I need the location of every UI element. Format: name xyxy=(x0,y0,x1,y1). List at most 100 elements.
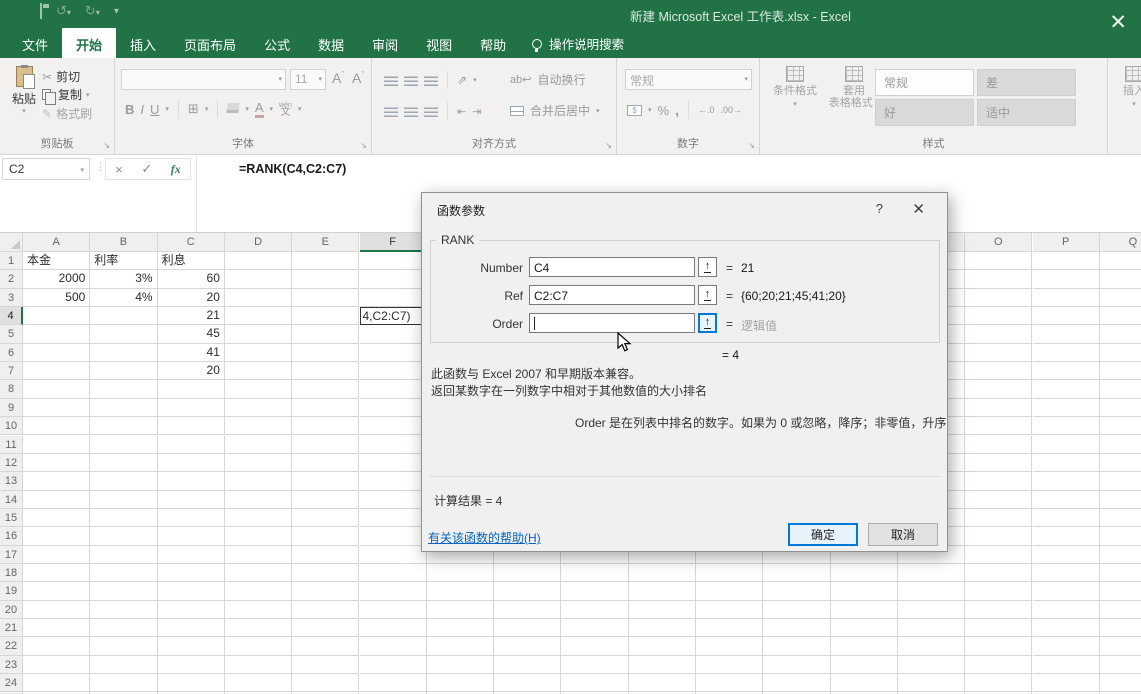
field-input-order[interactable] xyxy=(529,313,695,333)
tab-data[interactable]: 数据 xyxy=(304,28,358,58)
dialog-title-bar[interactable]: 函数参数 ? ✕ xyxy=(422,193,947,223)
save-icon[interactable] xyxy=(40,4,42,18)
cell-style-1[interactable]: 差 xyxy=(977,69,1076,96)
grid-cell-F6[interactable] xyxy=(360,344,427,362)
row-header-7[interactable]: 7 xyxy=(0,362,23,380)
grid-cell-C16[interactable] xyxy=(158,527,225,545)
dialog-launcher-icon[interactable]: ↘ xyxy=(748,141,755,150)
grid-cell-J19[interactable] xyxy=(629,582,696,600)
row-header-17[interactable]: 17 xyxy=(0,546,23,564)
grid-cell-B13[interactable] xyxy=(90,472,157,490)
grid-cell-O24[interactable] xyxy=(965,674,1032,692)
grid-cell-F4[interactable]: 4,C2:C7) xyxy=(360,307,427,325)
row-header-8[interactable]: 8 xyxy=(0,380,23,398)
collapse-dialog-icon[interactable]: ↑ xyxy=(698,285,717,305)
grid-cell-B23[interactable] xyxy=(90,656,157,674)
grid-cell-H24[interactable] xyxy=(494,674,561,692)
grid-cell-N23[interactable] xyxy=(898,656,965,674)
grid-cell-A21[interactable] xyxy=(23,619,90,637)
grid-cell-A10[interactable] xyxy=(23,417,90,435)
grid-cell-A16[interactable] xyxy=(23,527,90,545)
grid-cell-O9[interactable] xyxy=(965,399,1032,417)
grid-cell-F18[interactable] xyxy=(360,564,427,582)
grid-cell-F14[interactable] xyxy=(360,491,427,509)
grid-cell-D15[interactable] xyxy=(225,509,292,527)
merge-center-button[interactable]: 合并后居中 ▾ xyxy=(510,102,600,119)
column-header-O[interactable]: O xyxy=(965,233,1032,252)
grid-cell-C14[interactable] xyxy=(158,491,225,509)
grid-cell-Q15[interactable] xyxy=(1100,509,1141,527)
comma-style-button[interactable]: , xyxy=(675,102,679,118)
grid-cell-C13[interactable] xyxy=(158,472,225,490)
tab-formulas[interactable]: 公式 xyxy=(250,28,304,58)
grid-cell-P8[interactable] xyxy=(1033,380,1100,398)
grid-cell-L24[interactable] xyxy=(763,674,830,692)
grid-cell-P22[interactable] xyxy=(1033,637,1100,655)
grid-cell-E18[interactable] xyxy=(292,564,359,582)
grid-cell-Q1[interactable] xyxy=(1100,252,1141,270)
increase-decimal-button[interactable]: ←.0 xyxy=(698,105,715,115)
grid-cell-P6[interactable] xyxy=(1033,344,1100,362)
grid-cell-C20[interactable] xyxy=(158,601,225,619)
accounting-format-icon[interactable]: $ xyxy=(627,105,642,116)
collapse-dialog-icon[interactable]: ↑ xyxy=(698,257,717,277)
grid-cell-I19[interactable] xyxy=(561,582,628,600)
grid-cell-Q3[interactable] xyxy=(1100,289,1141,307)
grid-cell-D18[interactable] xyxy=(225,564,292,582)
dialog-launcher-icon[interactable]: ↘ xyxy=(103,141,110,150)
grid-cell-B17[interactable] xyxy=(90,546,157,564)
grid-cell-O6[interactable] xyxy=(965,344,1032,362)
grid-cell-P7[interactable] xyxy=(1033,362,1100,380)
grid-cell-F17[interactable] xyxy=(360,546,427,564)
grid-cell-F11[interactable] xyxy=(360,436,427,454)
row-header-10[interactable]: 10 xyxy=(0,417,23,435)
dialog-close-icon[interactable]: ✕ xyxy=(912,200,925,218)
dialog-launcher-icon[interactable]: ↘ xyxy=(605,141,612,150)
grid-cell-B10[interactable] xyxy=(90,417,157,435)
grid-cell-K22[interactable] xyxy=(696,637,763,655)
ok-button[interactable]: 确定 xyxy=(788,523,858,546)
grid-cell-M20[interactable] xyxy=(831,601,898,619)
grid-cell-B16[interactable] xyxy=(90,527,157,545)
grid-cell-A13[interactable] xyxy=(23,472,90,490)
grid-cell-H22[interactable] xyxy=(494,637,561,655)
decrease-indent-icon[interactable]: ⇤ xyxy=(457,105,466,118)
grid-cell-B8[interactable] xyxy=(90,380,157,398)
row-header-12[interactable]: 12 xyxy=(0,454,23,472)
grid-cell-E9[interactable] xyxy=(292,399,359,417)
column-header-Q[interactable]: Q xyxy=(1100,233,1141,252)
name-box[interactable]: C2 ▾ xyxy=(2,158,90,180)
grid-cell-C22[interactable] xyxy=(158,637,225,655)
fill-color-button[interactable] xyxy=(227,102,239,116)
grid-cell-P24[interactable] xyxy=(1033,674,1100,692)
grid-cell-B3[interactable]: 4% xyxy=(90,289,157,307)
grid-cell-N20[interactable] xyxy=(898,601,965,619)
grid-cell-C3[interactable]: 20 xyxy=(158,289,225,307)
grid-cell-C24[interactable] xyxy=(158,674,225,692)
grid-cell-P2[interactable] xyxy=(1033,270,1100,288)
column-header-P[interactable]: P xyxy=(1033,233,1100,252)
tab-help[interactable]: 帮助 xyxy=(466,28,520,58)
grid-cell-Q10[interactable] xyxy=(1100,417,1141,435)
grid-cell-C23[interactable] xyxy=(158,656,225,674)
percent-style-button[interactable]: % xyxy=(658,103,670,118)
copy-button[interactable]: 复制 ▾ xyxy=(42,86,90,103)
grid-cell-G24[interactable] xyxy=(427,674,494,692)
grid-cell-M18[interactable] xyxy=(831,564,898,582)
grid-cell-E15[interactable] xyxy=(292,509,359,527)
cancel-entry-icon[interactable]: × xyxy=(115,162,123,177)
grid-cell-A20[interactable] xyxy=(23,601,90,619)
grid-cell-E24[interactable] xyxy=(292,674,359,692)
grid-cell-Q8[interactable] xyxy=(1100,380,1141,398)
grid-cell-A12[interactable] xyxy=(23,454,90,472)
grid-cell-Q23[interactable] xyxy=(1100,656,1141,674)
grid-cell-E23[interactable] xyxy=(292,656,359,674)
grid-cell-G18[interactable] xyxy=(427,564,494,582)
grid-cell-I24[interactable] xyxy=(561,674,628,692)
grid-cell-B14[interactable] xyxy=(90,491,157,509)
grid-cell-E6[interactable] xyxy=(292,344,359,362)
grid-cell-D4[interactable] xyxy=(225,307,292,325)
redo-icon[interactable]: ↻▾ xyxy=(85,4,100,18)
grid-cell-Q21[interactable] xyxy=(1100,619,1141,637)
align-middle-icon[interactable] xyxy=(404,75,418,86)
